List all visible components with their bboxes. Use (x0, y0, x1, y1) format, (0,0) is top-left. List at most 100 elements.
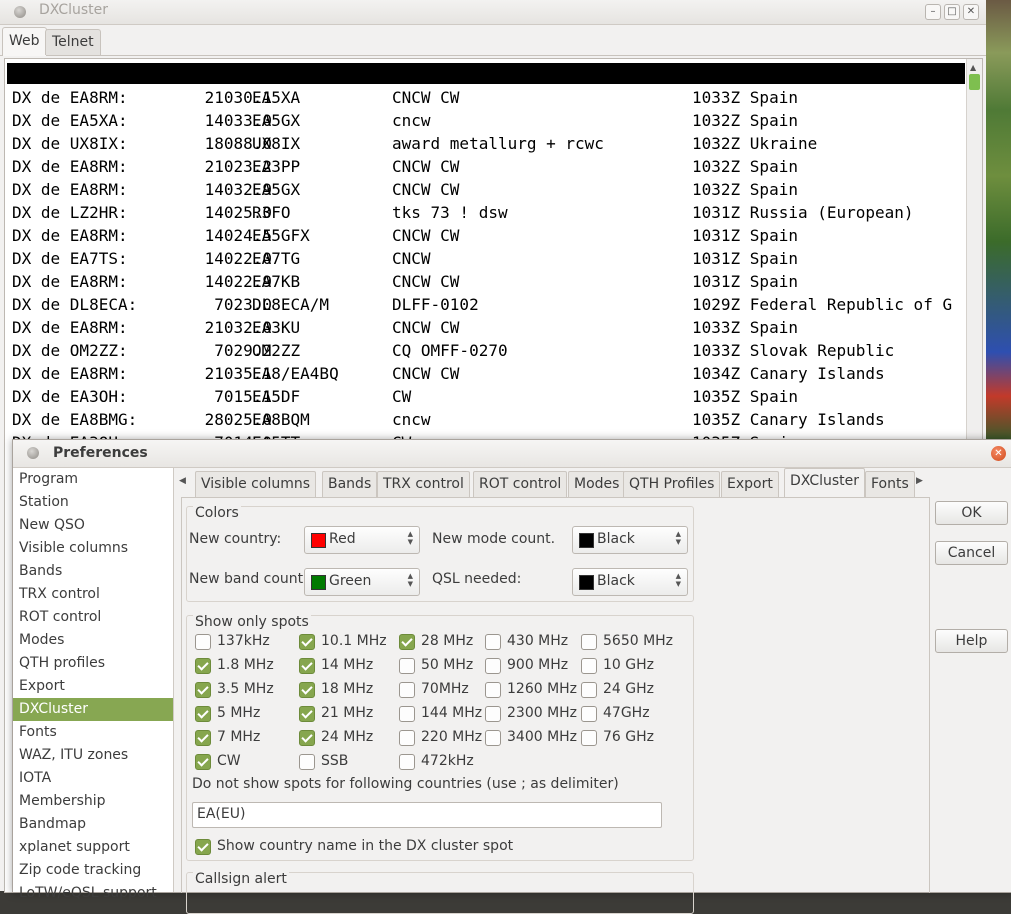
new-country-color-select[interactable]: Red ▲ ▼ (304, 526, 420, 554)
band-checkbox[interactable]: 7 MHz (195, 729, 287, 747)
band-checkbox[interactable]: 3400 MHz (485, 729, 577, 747)
checkbox-checked-icon (299, 706, 315, 722)
category-xplanet-support[interactable]: xplanet support (13, 836, 173, 859)
spot-row[interactable]: DX de EA8RM: 21030.1 EA5XA CNCW CW 1033Z Spa… (12, 86, 967, 109)
spot-row[interactable]: DX de EA8RM: 14022.9 EA7KB CNCW CW 1031Z Spa… (12, 270, 967, 293)
category-export[interactable]: Export (13, 675, 173, 698)
band-checkbox[interactable]: 24 MHz (299, 729, 391, 747)
band-checkbox[interactable]: 2300 MHz (485, 705, 577, 723)
category-modes[interactable]: Modes (13, 629, 173, 652)
category-rot-control[interactable]: ROT control (13, 606, 173, 629)
band-checkbox[interactable]: 14 MHz (299, 657, 391, 675)
category-dxcluster[interactable]: DXCluster (13, 698, 173, 721)
band-checkbox[interactable]: 21 MHz (299, 705, 391, 723)
tab-scroll-right-icon[interactable]: ▶ (916, 476, 923, 486)
tab-trx-control[interactable]: TRX control (377, 471, 470, 497)
spot-row[interactable]: DX de EA8RM: 14032.9 EA5GX CNCW CW 1032Z Spa… (12, 178, 967, 201)
cancel-button[interactable]: Cancel (935, 541, 1008, 565)
band-checkbox[interactable]: CW (195, 753, 287, 771)
category-program[interactable]: Program (13, 468, 173, 491)
checkbox-unchecked-icon (399, 658, 415, 674)
help-button[interactable]: Help (935, 629, 1008, 653)
category-waz-itu-zones[interactable]: WAZ, ITU zones (13, 744, 173, 767)
band-checkbox[interactable]: 10 GHz (581, 657, 673, 675)
ok-button[interactable]: OK (935, 501, 1008, 525)
category-trx-control[interactable]: TRX control (13, 583, 173, 606)
band-checkbox[interactable]: 144 MHz (399, 705, 491, 723)
band-checkbox-label: 18 MHz (321, 681, 374, 697)
tab-bands[interactable]: Bands (322, 471, 378, 497)
close-icon[interactable]: ✕ (991, 446, 1006, 461)
new-mode-color-select[interactable]: Black ▲ ▼ (572, 526, 688, 554)
category-zip-code-tracking[interactable]: Zip code tracking (13, 859, 173, 882)
scroll-up-icon[interactable]: ▲ (970, 63, 976, 72)
spot-row[interactable]: DX de EA8RM: 21035.1 EA8/EA4BQ CNCW CW 1034Z… (12, 362, 967, 385)
spot-row[interactable]: DX de DL8ECA: 7023.0 DL8ECA/M DLFF-0102 1029… (12, 293, 967, 316)
band-checkbox[interactable]: 5650 MHz (581, 633, 673, 651)
spot-row[interactable]: DX de EA8RM: 21032.0 EA3KU CNCW CW 1033Z Spa… (12, 316, 967, 339)
qsl-needed-color-select[interactable]: Black ▲ ▼ (572, 568, 688, 596)
category-station[interactable]: Station (13, 491, 173, 514)
spot-row[interactable]: DX de EA8BMG: 28025.0 EA8BQM cncw 1035Z Cana… (12, 408, 967, 431)
exclude-countries-field[interactable] (193, 803, 661, 825)
spot-row[interactable]: DX de EA8RM: 21023.2 EA3PP CNCW CW 1032Z Spa… (12, 155, 967, 178)
band-checkbox[interactable]: 900 MHz (485, 657, 577, 675)
spot-row[interactable]: DX de EA8RM: 14024.5 EA5GFX CNCW CW 1031Z Sp… (12, 224, 967, 247)
band-checkbox[interactable]: 24 GHz (581, 681, 673, 699)
spot-row[interactable]: DX de LZ2HR: 14025.0 R3FO tks 73 ! dsw 1031Z… (12, 201, 967, 224)
category-visible-columns[interactable]: Visible columns (13, 537, 173, 560)
band-checkbox[interactable]: 472kHz (399, 753, 491, 771)
band-checkbox[interactable]: 10.1 MHz (299, 633, 391, 651)
band-checkbox[interactable]: 28 MHz (399, 633, 491, 651)
spot-row[interactable]: DX de EA5XA: 14033.0 EA5GX cncw 1032Z Spain (12, 109, 967, 132)
tab-qth-profiles[interactable]: QTH Profiles (623, 471, 721, 497)
category-lotw-eqsl-support[interactable]: LoTW/eQSL support (13, 882, 173, 905)
band-checkbox[interactable]: 18 MHz (299, 681, 391, 699)
category-membership[interactable]: Membership (13, 790, 173, 813)
spot-row[interactable]: DX de UX8IX: 18088.0 UX8IX award metallurg … (12, 132, 967, 155)
spot-row[interactable]: DX de EA3OH: 7015.1 EA5DF CW 1035Z Spain (12, 385, 967, 408)
category-bandmap[interactable]: Bandmap (13, 813, 173, 836)
band-checkbox-label: 3.5 MHz (217, 681, 274, 697)
spot-scrollbar[interactable]: ▲ (966, 59, 982, 439)
window-menu-icon[interactable] (14, 6, 26, 18)
tab-rot-control[interactable]: ROT control (473, 471, 568, 497)
tab-web[interactable]: Web (2, 27, 47, 56)
category-bands[interactable]: Bands (13, 560, 173, 583)
window-menu-icon[interactable] (27, 447, 39, 459)
band-checkbox[interactable]: 137kHz (195, 633, 287, 651)
preferences-category-list[interactable]: Program Station New QSO Visible columns Band… (13, 468, 174, 901)
category-qth-profiles[interactable]: QTH profiles (13, 652, 173, 675)
spot-callsign: EA3PP (252, 157, 301, 176)
spot-row[interactable]: DX de EA7TS: 14022.0 EA7TG CNCW 1031Z Spain (12, 247, 967, 270)
tab-scroll-left-icon[interactable]: ◀ (179, 476, 186, 486)
spot-row[interactable]: DX de OM2ZZ: 7029.2 OM2ZZ CQ OMFF-0270 1033Z… (12, 339, 967, 362)
band-checkbox[interactable]: 1260 MHz (485, 681, 577, 699)
minimize-icon[interactable]: – (925, 4, 941, 20)
band-checkbox[interactable]: 5 MHz (195, 705, 287, 723)
band-checkbox[interactable]: 1.8 MHz (195, 657, 287, 675)
band-checkbox[interactable]: 220 MHz (399, 729, 491, 747)
new-band-color-select[interactable]: Green ▲ ▼ (304, 568, 420, 596)
tab-visible-columns[interactable]: Visible columns (195, 471, 317, 497)
tab-modes[interactable]: Modes (568, 471, 626, 497)
category-iota[interactable]: IOTA (13, 767, 173, 790)
show-country-name-checkbox[interactable]: Show country name in the DX cluster spot (195, 838, 595, 856)
category-new-qso[interactable]: New QSO (13, 514, 173, 537)
exclude-countries-input[interactable] (192, 802, 662, 828)
band-checkbox[interactable]: 47GHz (581, 705, 673, 723)
band-checkbox[interactable]: 3.5 MHz (195, 681, 287, 699)
tab-dxcluster[interactable]: DXCluster (784, 468, 866, 497)
maximize-icon[interactable]: □ (944, 4, 960, 20)
band-checkbox[interactable]: SSB (299, 753, 391, 771)
band-checkbox[interactable]: 50 MHz (399, 657, 491, 675)
tab-telnet[interactable]: Telnet (45, 29, 101, 55)
band-checkbox[interactable]: 430 MHz (485, 633, 577, 651)
band-checkbox[interactable]: 76 GHz (581, 729, 673, 747)
tab-fonts[interactable]: Fonts (865, 471, 915, 497)
close-icon[interactable]: ✕ (963, 4, 979, 20)
scroll-thumb[interactable] (969, 74, 980, 90)
tab-export[interactable]: Export (721, 471, 779, 497)
category-fonts[interactable]: Fonts (13, 721, 173, 744)
band-checkbox[interactable]: 70MHz (399, 681, 491, 699)
